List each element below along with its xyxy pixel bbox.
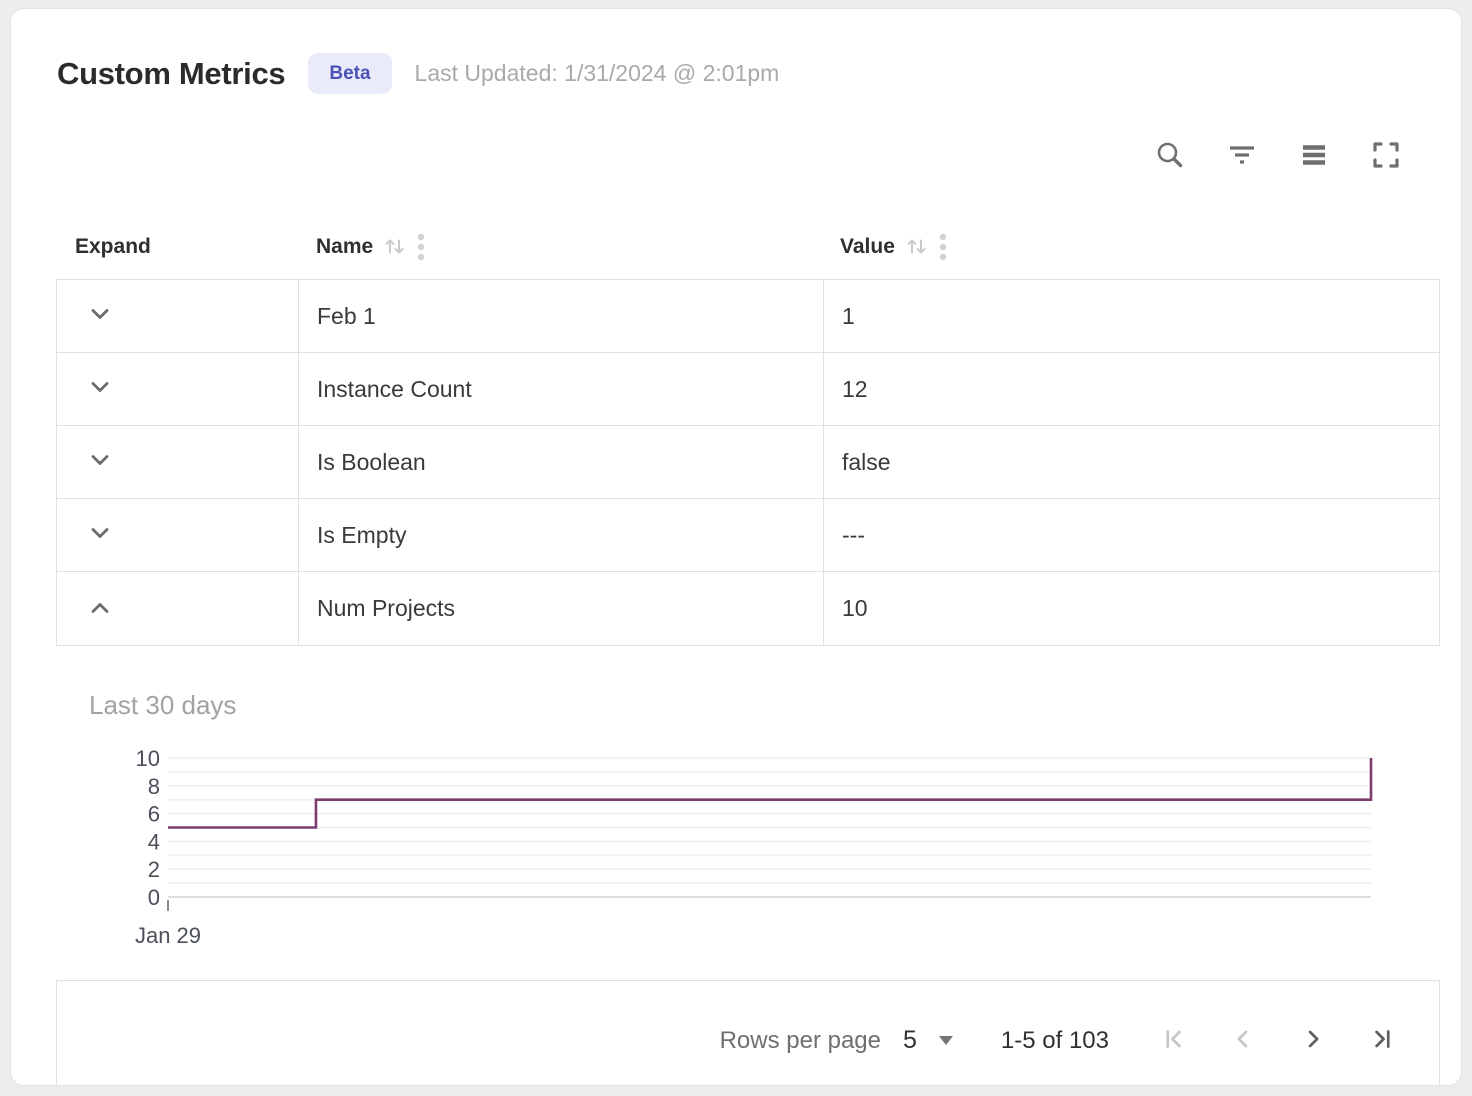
column-header-expand: Expand [56,235,298,259]
beta-badge: Beta [308,53,391,94]
chevron-down-icon [86,379,114,399]
table-header-row: Expand Name Value [56,214,1440,279]
grid-toolbar [1149,135,1407,177]
expand-cell [57,280,299,352]
name-cell: Num Projects [299,572,824,645]
expand-cell [57,572,299,645]
filter-icon [1225,138,1259,175]
table-row: Feb 1 1 [57,280,1439,353]
first-page-icon [1159,1025,1187,1056]
svg-text:2: 2 [148,857,160,882]
value-cell: 1 [824,280,1439,352]
page-title: Custom Metrics [57,56,285,92]
rows-per-page-select[interactable]: 5 [903,1026,953,1055]
chevron-left-icon [1229,1025,1257,1056]
column-header-value[interactable]: Value [823,232,1440,262]
fullscreen-icon [1369,138,1403,175]
pagination-footer: Rows per page 5 1-5 of 103 [56,980,1440,1086]
expand-cell [57,426,299,498]
step-line-chart: 0 2 46 8 10 Jan 29 [56,746,1440,961]
row-detail-panel: Last 30 days 0 2 46 8 10 Jan 29 [56,650,1440,980]
density-icon [1297,138,1331,175]
svg-text:6: 6 [148,802,160,827]
metrics-table: Expand Name Value [56,214,1440,646]
chevron-down-icon [86,306,114,326]
pagination-nav [1151,1019,1405,1063]
svg-text:0: 0 [148,885,160,910]
search-button[interactable] [1149,135,1191,177]
last-updated-text: Last Updated: 1/31/2024 @ 2:01pm [415,60,780,87]
value-cell: 12 [824,353,1439,425]
table-row: Is Empty --- [57,499,1439,572]
pagination-range-label: 1-5 of 103 [1001,1027,1109,1055]
chevron-down-icon [86,452,114,472]
expand-row-button[interactable] [86,525,114,545]
filter-button[interactable] [1221,135,1263,177]
svg-text:10: 10 [136,746,160,771]
value-cell: 10 [824,572,1439,645]
column-header-name-label: Name [316,235,373,259]
name-cell: Instance Count [299,353,824,425]
chevron-down-icon [86,525,114,545]
expand-cell [57,353,299,425]
next-page-button[interactable] [1291,1019,1335,1063]
expand-row-button[interactable] [86,306,114,326]
svg-text:Jan 29: Jan 29 [135,923,201,948]
expand-row-button[interactable] [86,452,114,472]
dropdown-arrow-icon [939,1036,953,1045]
previous-page-button[interactable] [1221,1019,1265,1063]
sort-icon[interactable] [383,235,406,258]
name-cell: Is Empty [299,499,824,571]
expand-cell [57,499,299,571]
column-header-value-label: Value [840,235,895,259]
name-cell: Feb 1 [299,280,824,352]
rows-per-page-label: Rows per page [720,1027,881,1055]
search-icon [1153,138,1187,175]
chevron-right-icon [1299,1025,1327,1056]
table-row: Is Boolean false [57,426,1439,499]
table-row: Instance Count 12 [57,353,1439,426]
chevron-up-icon [86,599,114,619]
column-header-expand-label: Expand [75,235,151,259]
last-page-button[interactable] [1361,1019,1405,1063]
sort-icon[interactable] [905,235,928,258]
custom-metrics-card: Custom Metrics Beta Last Updated: 1/31/2… [10,8,1462,1086]
density-button[interactable] [1293,135,1335,177]
fullscreen-button[interactable] [1365,135,1407,177]
collapse-row-button[interactable] [86,599,114,619]
table-row: Num Projects 10 [57,572,1439,645]
column-menu-icon[interactable] [938,232,948,262]
svg-text:8: 8 [148,774,160,799]
chart-title: Last 30 days [89,690,236,721]
svg-text:4: 4 [148,829,160,854]
value-cell: false [824,426,1439,498]
rows-per-page-value: 5 [903,1026,917,1055]
expand-row-button[interactable] [86,379,114,399]
last-page-icon [1369,1025,1397,1056]
table-body: Feb 1 1 Instance Count 12 [56,279,1440,646]
name-cell: Is Boolean [299,426,824,498]
column-menu-icon[interactable] [416,232,426,262]
value-cell: --- [824,499,1439,571]
page-header: Custom Metrics Beta Last Updated: 1/31/2… [57,53,779,94]
column-header-name[interactable]: Name [298,232,823,262]
first-page-button[interactable] [1151,1019,1195,1063]
